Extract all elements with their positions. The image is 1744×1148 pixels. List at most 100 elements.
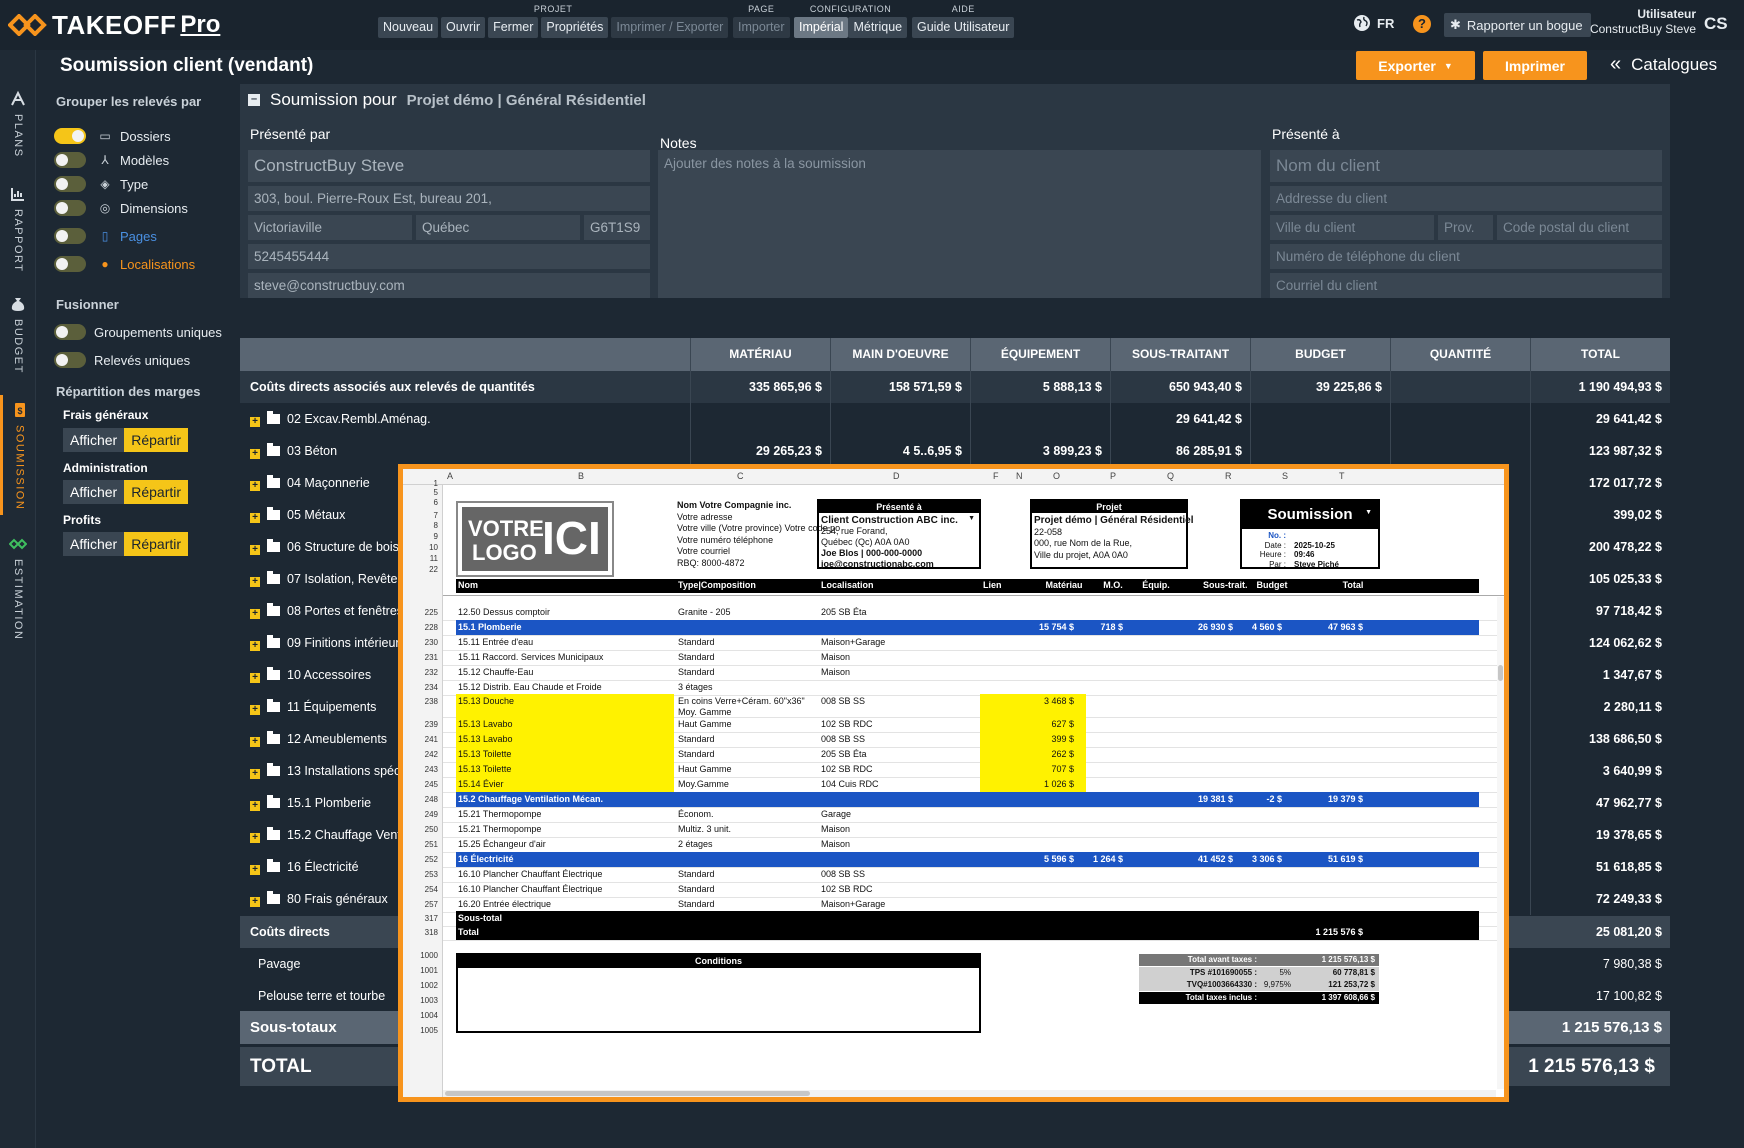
merge-toggle-unique-records[interactable]: Relevés uniques [54,352,259,368]
catalogues-toggle[interactable]: « Catalogues [1610,53,1717,76]
sheet-cell: 15.12 Chauffe-Eau [458,667,534,677]
expand-icon[interactable]: + [250,801,260,811]
client-email-field[interactable]: Courriel du client [1270,273,1662,298]
split-button[interactable]: Répartir [124,428,189,452]
column-header[interactable]: MAIN D'OEUVRE [830,338,970,371]
toggle-label: Relevés uniques [94,352,191,368]
column-header[interactable]: QUANTITÉ [1390,338,1530,371]
show-button[interactable]: Afficher [63,428,125,452]
scroll-thumb[interactable] [445,1091,810,1096]
sheet-group-row[interactable] [456,911,1479,926]
notes-textarea[interactable]: Ajouter des notes à la soumission [658,150,1261,298]
presenter-city-field[interactable]: Victoriaville [248,215,412,240]
column-header[interactable]: BUDGET [1250,338,1390,371]
presenter-email-field[interactable]: steve@constructbuy.com [248,273,650,298]
help-icon[interactable]: ? [1413,15,1431,33]
merge-toggle-unique-groups[interactable]: Groupements uniques [54,324,259,340]
show-button[interactable]: Afficher [63,532,125,556]
report-icon [11,188,24,201]
folder-row-label: +12 Ameublements [250,731,387,747]
folder-row[interactable]: +03 Béton 29 265,23 $ 4 5..6,95 $ 3 899,23 … [240,435,1670,467]
presenter-postal-field[interactable]: G6T1S9 [584,215,650,240]
sheet-cell: 15.12 Distrib. Eau Chaude et Froide [458,682,602,692]
client-city-field[interactable]: Ville du client [1270,215,1434,240]
rail-item-quote[interactable]: $ SOUMISSION [0,395,36,515]
toggle-switch[interactable] [54,228,86,244]
group-toggle-folders[interactable]: ▭ Dossiers + [54,128,259,144]
folder-name: 07 Isolation, Revêteme [287,572,415,586]
toggle-switch[interactable] [54,152,86,168]
show-button[interactable]: Afficher [63,480,125,504]
user-guide-button[interactable]: Guide Utilisateur [912,17,1015,38]
print-export-button[interactable]: Imprimer / Exporter [611,17,729,38]
expand-icon[interactable]: + [250,705,260,715]
column-header[interactable]: ÉQUIPEMENT [970,338,1110,371]
avatar[interactable]: CS [1704,14,1728,34]
client-name-field[interactable]: Nom du client [1270,150,1662,182]
toggle-switch[interactable] [54,176,86,192]
metric-button[interactable]: Métrique [848,17,908,38]
sheet-cell: 15.13 Lavabo [458,734,513,744]
new-button[interactable]: Nouveau [378,17,439,38]
client-postal-field[interactable]: Code postal du client [1497,215,1662,240]
expand-icon[interactable]: + [250,833,260,843]
column-header[interactable]: MATÉRIAU [690,338,830,371]
folder-row[interactable]: +02 Excav.Rembl.Aménag. 29 641,42 $ 29 641… [240,403,1670,435]
export-button[interactable]: Exporter ▼ [1356,51,1475,80]
client-phone-field[interactable]: Numéro de téléphone du client [1270,244,1662,269]
vertical-scrollbar[interactable] [1497,597,1504,1089]
rail-item-report[interactable]: RAPPORT [0,185,36,272]
expand-icon[interactable]: + [250,577,260,587]
horizontal-scrollbar[interactable] [443,1090,1496,1097]
dropdown-arrow-icon[interactable]: ▼ [968,515,975,522]
expand-icon[interactable]: + [250,865,260,875]
client-address-field[interactable]: Addresse du client [1270,186,1662,211]
group-toggle-pages[interactable]: ▯ Pages [54,228,259,244]
toggle-switch[interactable] [54,256,86,272]
rail-item-estimation[interactable]: ESTIMATION [0,535,36,640]
presenter-address-field[interactable]: 303, boul. Pierre-Roux Est, bureau 201, [248,186,650,211]
expand-icon[interactable]: + [250,737,260,747]
spreadsheet-preview[interactable]: A B C D F N O P Q R S T 1 5 6 7 8 9 10 11 22 225 2… [398,464,1509,1102]
expand-icon[interactable]: + [250,641,260,651]
dropdown-arrow-icon[interactable]: ▼ [1365,509,1372,516]
toggle-switch[interactable] [54,352,86,368]
column-header[interactable]: SOUS-TRAITANT [1110,338,1250,371]
expand-icon[interactable]: + [250,449,260,459]
expand-icon[interactable]: + [250,417,260,427]
rail-item-budget[interactable]: BUDGET [0,295,36,374]
group-toggle-locations[interactable]: ● Localisations [54,256,259,272]
group-toggle-type[interactable]: ◈ Type [54,176,259,192]
cell-total: 2 280,11 $ [1603,700,1662,714]
group-toggle-dimensions[interactable]: ◎ Dimensions [54,200,259,216]
expand-icon[interactable]: + [250,481,260,491]
split-button[interactable]: Répartir [124,532,189,556]
toggle-switch[interactable] [54,324,86,340]
close-button[interactable]: Fermer [488,17,539,38]
toggle-switch[interactable] [54,128,86,144]
expand-icon[interactable]: + [250,897,260,907]
imperial-button[interactable]: Impérial [794,17,849,38]
language-selector[interactable]: FR [1353,14,1394,32]
column-header[interactable]: TOTAL [1530,338,1670,371]
expand-icon[interactable]: + [250,609,260,619]
scroll-thumb[interactable] [1498,665,1503,681]
print-button[interactable]: Imprimer [1483,51,1587,80]
presenter-province-field[interactable]: Québec [416,215,580,240]
client-province-field[interactable]: Prov. [1438,215,1493,240]
rail-item-plans[interactable]: PLANS [0,90,36,158]
expand-icon[interactable]: + [250,673,260,683]
group-toggle-models[interactable]: ⅄ Modèles [54,152,259,168]
report-bug-button[interactable]: ✱ Rapporter un bogue [1444,13,1591,37]
presenter-name-field[interactable]: ConstructBuy Steve [248,150,650,182]
properties-button[interactable]: Propriétés [541,17,609,38]
open-button[interactable]: Ouvrir [441,17,486,38]
expand-icon[interactable]: + [250,545,260,555]
expand-icon[interactable]: + [250,769,260,779]
presenter-phone-field[interactable]: 5245455444 [248,244,650,269]
import-button[interactable]: Importer [733,17,790,38]
expand-icon[interactable]: + [250,513,260,523]
toggle-switch[interactable] [54,200,86,216]
collapse-icon[interactable]: – [248,94,260,106]
split-button[interactable]: Répartir [124,480,189,504]
